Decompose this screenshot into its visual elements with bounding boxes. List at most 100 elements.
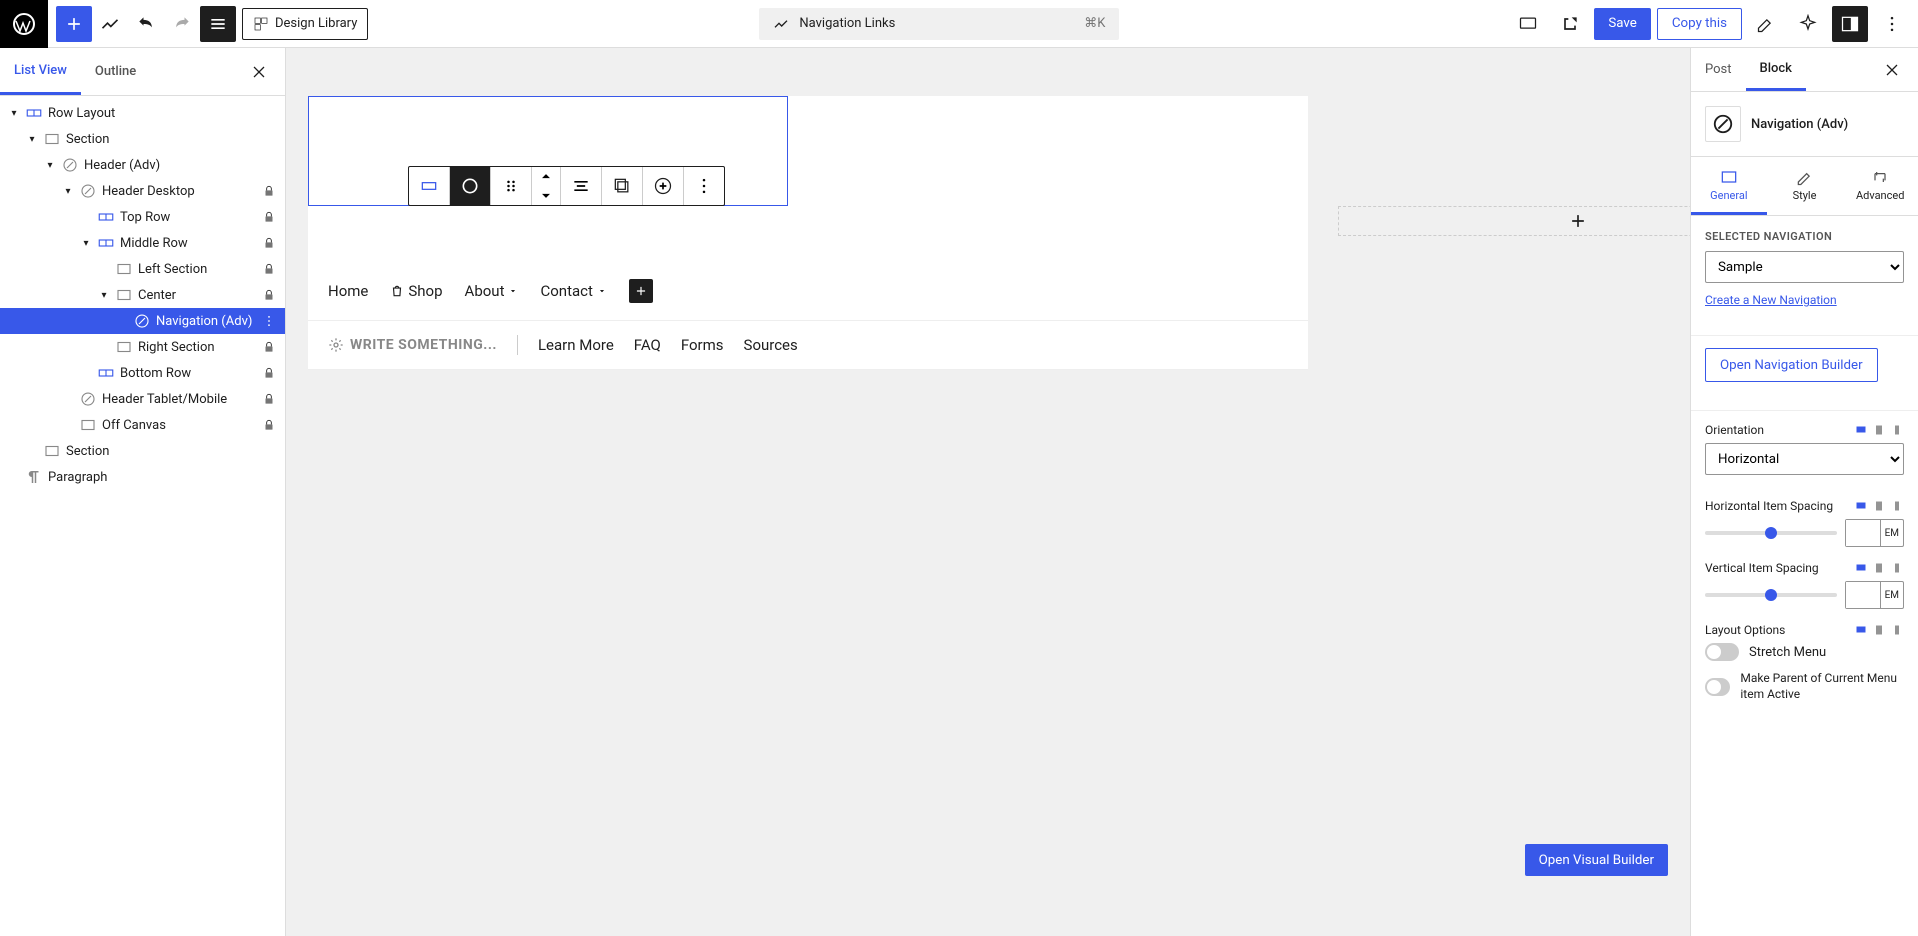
tree-item[interactable]: Navigation (Adv): [0, 308, 285, 334]
list-view-toggle[interactable]: [200, 6, 236, 42]
redo-button[interactable]: [164, 6, 200, 42]
tree-item[interactable]: ▾Middle Row: [0, 230, 285, 256]
sub-link[interactable]: FAQ: [634, 336, 661, 354]
orientation-select[interactable]: Horizontal: [1705, 443, 1904, 475]
nav-link-contact[interactable]: Contact: [540, 282, 606, 300]
mobile-icon[interactable]: [1890, 499, 1904, 513]
toolbar-align[interactable]: [561, 167, 602, 205]
tree-toggle[interactable]: ▾: [40, 160, 60, 171]
editor-canvas[interactable]: Home Shop About Contact WRITE SOMETHING.…: [308, 96, 1308, 370]
device-icons[interactable]: [1854, 423, 1904, 437]
save-button[interactable]: Save: [1594, 8, 1651, 40]
tree-item[interactable]: ▾Center: [0, 282, 285, 308]
tree-item[interactable]: Header Tablet/Mobile: [0, 386, 285, 412]
external-link-button[interactable]: [1552, 6, 1588, 42]
mobile-icon[interactable]: [1890, 423, 1904, 437]
sub-link[interactable]: Learn More: [538, 336, 614, 354]
tree-toggle[interactable]: ▾: [58, 186, 78, 197]
open-navigation-builder-button[interactable]: Open Navigation Builder: [1705, 348, 1878, 382]
inspector-tab-style[interactable]: Style: [1767, 157, 1843, 215]
mobile-icon[interactable]: [1890, 561, 1904, 575]
wp-logo[interactable]: [0, 0, 48, 48]
nav-link-shop[interactable]: Shop: [390, 282, 442, 300]
make-parent-active-toggle[interactable]: [1705, 678, 1730, 696]
h-spacing-slider[interactable]: [1705, 531, 1837, 535]
open-visual-builder-button[interactable]: Open Visual Builder: [1525, 844, 1668, 876]
toolbar-add[interactable]: [643, 167, 684, 205]
add-block-button[interactable]: [56, 6, 92, 42]
tree-item-more[interactable]: [259, 314, 279, 328]
desktop-icon[interactable]: [1854, 499, 1868, 513]
tablet-icon[interactable]: [1872, 561, 1886, 575]
device-icons[interactable]: [1854, 561, 1904, 575]
close-list-view[interactable]: [241, 54, 277, 90]
toolbar-copy[interactable]: [602, 167, 643, 205]
desktop-icon[interactable]: [1854, 623, 1868, 637]
undo-button[interactable]: [128, 6, 164, 42]
stretch-menu-toggle[interactable]: [1705, 643, 1739, 661]
tree-toggle[interactable]: ▾: [94, 290, 114, 301]
write-prompt[interactable]: WRITE SOMETHING...: [328, 337, 497, 353]
toolbar-move[interactable]: [532, 167, 561, 205]
v-spacing-slider[interactable]: [1705, 593, 1837, 597]
desktop-icon[interactable]: [1854, 423, 1868, 437]
divider: [1691, 410, 1918, 411]
lock-icon: [259, 418, 279, 432]
desktop-icon[interactable]: [1854, 561, 1868, 575]
tab-outline[interactable]: Outline: [81, 48, 150, 95]
tools-button[interactable]: [92, 6, 128, 42]
h-spacing-input[interactable]: [1846, 520, 1880, 546]
more-options-button[interactable]: [1874, 6, 1910, 42]
inspector-tab-advanced[interactable]: Advanced: [1842, 157, 1918, 215]
mobile-icon[interactable]: [1890, 623, 1904, 637]
toolbar-more[interactable]: [684, 167, 724, 205]
tablet-icon[interactable]: [1872, 623, 1886, 637]
ai-button[interactable]: [1790, 6, 1826, 42]
document-title-bar[interactable]: Navigation Links ⌘K: [759, 8, 1119, 40]
unit-label[interactable]: EM: [1880, 520, 1903, 546]
toolbar-parent-block[interactable]: [409, 167, 450, 205]
toolbar-block-type[interactable]: [450, 167, 491, 205]
tab-list-view[interactable]: List View: [0, 48, 81, 95]
sub-link[interactable]: Sources: [744, 336, 798, 354]
create-new-navigation-link[interactable]: Create a New Navigation: [1705, 293, 1837, 307]
copy-this-button[interactable]: Copy this: [1657, 8, 1742, 40]
nav-link-home[interactable]: Home: [328, 282, 368, 300]
unit-label[interactable]: EM: [1880, 582, 1903, 608]
device-icons[interactable]: [1854, 623, 1904, 637]
tree-item[interactable]: ▾Header (Adv): [0, 152, 285, 178]
tree-item[interactable]: Right Section: [0, 334, 285, 360]
toolbar-drag-handle[interactable]: [491, 167, 532, 205]
inspector-tab-general[interactable]: General: [1691, 157, 1767, 215]
shopping-bag-icon: [390, 284, 404, 298]
tree-item[interactable]: Bottom Row: [0, 360, 285, 386]
tree-item[interactable]: Paragraph: [0, 464, 285, 490]
device-icons[interactable]: [1854, 499, 1904, 513]
add-block-placeholder[interactable]: [1338, 206, 1690, 236]
tree-toggle[interactable]: ▾: [4, 108, 24, 119]
add-nav-item[interactable]: [629, 279, 653, 303]
design-library-button[interactable]: Design Library: [242, 8, 368, 40]
view-button[interactable]: [1510, 6, 1546, 42]
tree-toggle[interactable]: ▾: [22, 134, 42, 145]
tree-toggle[interactable]: ▾: [76, 238, 96, 249]
close-inspector[interactable]: [1874, 52, 1910, 88]
settings-toggle[interactable]: [1832, 6, 1868, 42]
tablet-icon[interactable]: [1872, 423, 1886, 437]
v-spacing-input[interactable]: [1846, 582, 1880, 608]
tree-item[interactable]: Off Canvas: [0, 412, 285, 438]
tree-item[interactable]: Left Section: [0, 256, 285, 282]
sub-link[interactable]: Forms: [681, 336, 724, 354]
tree-item[interactable]: Top Row: [0, 204, 285, 230]
tree-item[interactable]: ▾Header Desktop: [0, 178, 285, 204]
tablet-icon[interactable]: [1872, 499, 1886, 513]
tree-item[interactable]: ▾Row Layout: [0, 100, 285, 126]
selected-navigation-select[interactable]: Sample: [1705, 251, 1904, 283]
tab-block[interactable]: Block: [1746, 48, 1806, 91]
tree-item[interactable]: Section: [0, 438, 285, 464]
tree-item[interactable]: ▾Section: [0, 126, 285, 152]
tree-label: Navigation (Adv): [156, 314, 259, 329]
edit-button[interactable]: [1748, 6, 1784, 42]
tab-post[interactable]: Post: [1691, 48, 1746, 91]
nav-link-about[interactable]: About: [465, 282, 519, 300]
